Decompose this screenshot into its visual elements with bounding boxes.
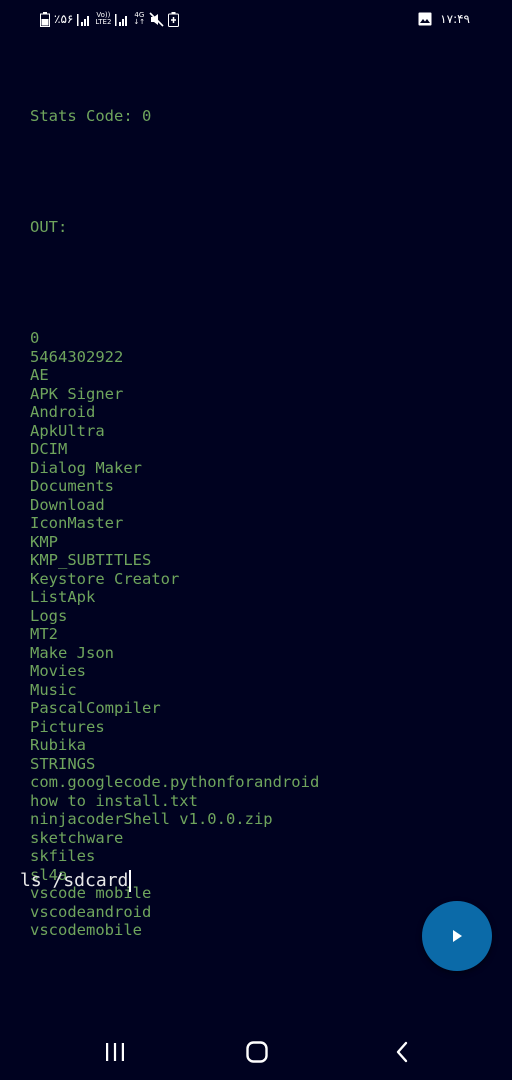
recents-icon [104, 1042, 126, 1062]
output-line: ninjacoderShell v1.0.0.zip [30, 810, 273, 828]
status-bar-right: ۱۷:۴۹ [418, 11, 470, 27]
status-bar: ٪۵۶ Vo)) LTE2 4G ↓↑ ۱۷:۴۹ [0, 0, 512, 38]
output-line: vscodemobile [30, 921, 142, 939]
output-line: STRINGS [30, 754, 96, 773]
4g-icon: 4G ↓↑ [133, 12, 145, 26]
output-line: sketchware [30, 828, 124, 847]
output-line: APK Signer [30, 384, 124, 403]
recents-button[interactable] [95, 1039, 135, 1065]
output-line: PascalCompiler [30, 699, 161, 717]
output-line: Logs [30, 606, 68, 625]
battery-icon [40, 11, 50, 27]
output-line: Movies [30, 662, 86, 680]
run-button[interactable] [422, 901, 492, 971]
volte-icon: Vo)) LTE2 [95, 12, 111, 26]
text-caret [129, 870, 132, 892]
signal-icon-2 [115, 12, 129, 26]
terminal-output: Stats Code: 0 OUT: 0 5464302922 AE APK Sign… [30, 70, 490, 958]
output-line: how to install.txt [30, 791, 198, 810]
battery-saver-icon [168, 11, 180, 27]
output-line: ApkUltra [30, 421, 105, 440]
play-icon [448, 927, 466, 945]
output-line: AE [30, 366, 49, 384]
output-line: 0 [30, 329, 40, 347]
output-line: ListApk [30, 588, 96, 606]
output-line: DCIM [30, 440, 68, 458]
output-line: KMP [30, 532, 58, 551]
output-line: Pictures [30, 717, 105, 736]
clock: ۱۷:۴۹ [440, 12, 470, 26]
back-button[interactable] [382, 1039, 422, 1065]
output-line: Android [30, 403, 96, 421]
output-line: Download [30, 495, 105, 514]
output-line: com.googlecode.pythonforandroid [30, 773, 320, 791]
home-icon [246, 1041, 268, 1063]
output-line: KMP_SUBTITLES [30, 551, 152, 569]
out-label: OUT: [30, 218, 68, 236]
output-line: skfiles [30, 847, 96, 865]
signal-icon [77, 12, 91, 26]
output-line: Documents [30, 477, 114, 495]
output-line: Make Json [30, 643, 114, 662]
volte-bottom-text: LTE2 [95, 18, 112, 26]
mute-icon [149, 11, 164, 27]
navigation-bar [0, 1025, 512, 1080]
output-line: Music [30, 680, 77, 699]
output-list: 0 5464302922 AE APK Signer Android ApkUltra DC… [30, 329, 490, 940]
output-line: Rubika [30, 736, 86, 754]
output-line: MT2 [30, 625, 58, 643]
image-notification-icon [418, 12, 432, 26]
output-line: Dialog Maker [30, 458, 142, 477]
status-bar-left: ٪۵۶ Vo)) LTE2 4G ↓↑ [40, 11, 180, 27]
output-line: vscodeandroid [30, 902, 152, 921]
back-icon [395, 1041, 409, 1063]
stats-code: Stats Code: 0 [30, 107, 152, 125]
command-input[interactable]: ls /sdcard [20, 868, 132, 894]
battery-percent: ٪۵۶ [54, 12, 74, 26]
command-text: ls /sdcard [20, 870, 129, 891]
output-line: 5464302922 [30, 347, 124, 366]
home-button[interactable] [237, 1039, 277, 1065]
output-line: Keystore Creator [30, 569, 180, 588]
network-arrows: ↓↑ [133, 18, 146, 26]
output-line: IconMaster [30, 514, 124, 532]
